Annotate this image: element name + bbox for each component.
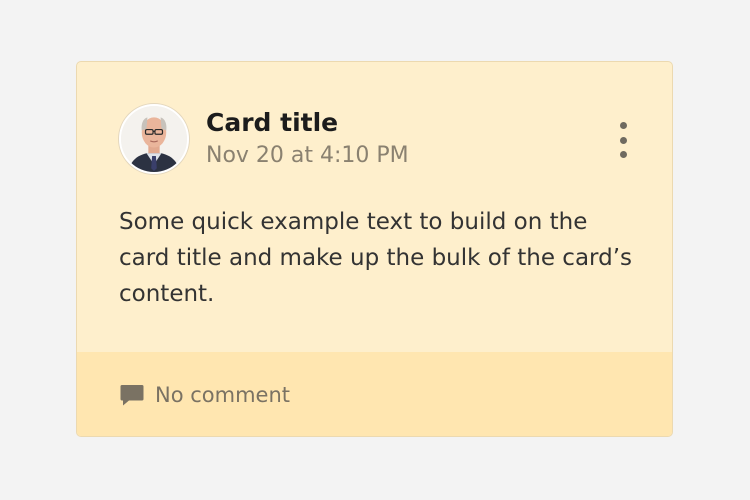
more-vertical-icon[interactable] <box>616 122 630 158</box>
card: Card title Nov 20 at 4:10 PM Some quick … <box>76 61 673 437</box>
card-text: Some quick example text to build on the … <box>119 209 632 307</box>
avatar-portrait <box>121 106 187 172</box>
avatar <box>119 104 189 174</box>
comment-button[interactable]: No comment <box>119 380 290 410</box>
title-block: Card title Nov 20 at 4:10 PM <box>206 106 409 171</box>
comment-icon <box>119 382 145 408</box>
card-title: Card title <box>206 108 339 137</box>
card-header: Card title Nov 20 at 4:10 PM <box>119 104 630 176</box>
comment-label: No comment <box>155 383 291 407</box>
card-footer: No comment <box>77 352 672 436</box>
card-timestamp: Nov 20 at 4:10 PM <box>206 143 409 168</box>
